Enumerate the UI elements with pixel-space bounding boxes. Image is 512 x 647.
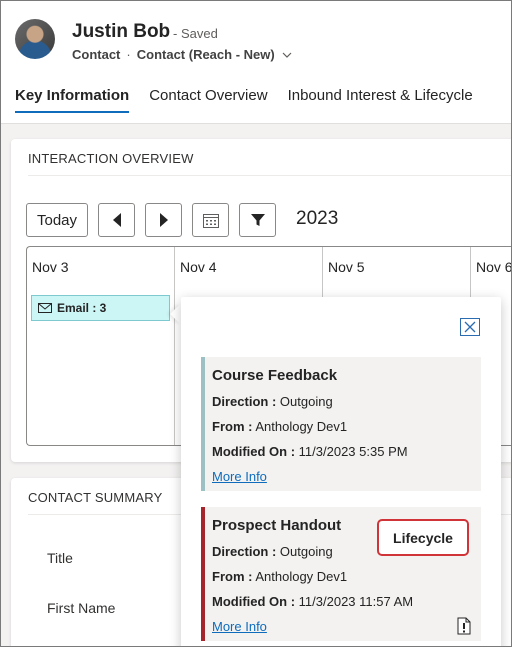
activity-popup: Course Feedback Direction : Outgoing Fro… [181,297,501,646]
section-title: CONTACT SUMMARY [28,490,163,505]
modified-label: Modified On : [212,444,296,459]
from-value: Anthology Dev1 [255,569,348,584]
close-icon [464,321,476,333]
activity-from: From : Anthology Dev1 [212,569,347,584]
record-subtitle: Contact · Contact (Reach - New) [72,47,292,62]
app-frame: Justin Bob - Saved Contact · Contact (Re… [0,0,512,647]
field-label-title: Title [47,550,73,566]
arrow-right-icon [159,213,168,227]
section-title: INTERACTION OVERVIEW [28,151,194,166]
day-label: Nov 5 [328,259,365,275]
filter-icon [250,214,265,226]
arrow-left-icon [112,213,121,227]
activity-title: Course Feedback [212,367,338,384]
lifecycle-badge: Lifecycle [377,519,469,556]
document-alert-icon[interactable] [457,617,471,635]
tab-contact-overview[interactable]: Contact Overview [149,87,267,113]
modified-value: 11/3/2023 11:57 AM [298,594,414,609]
email-count-label: Email : 3 [57,301,107,315]
mail-icon [38,303,52,313]
form-name: Contact (Reach - New) [136,47,275,62]
next-button[interactable] [145,203,182,237]
direction-label: Direction : [212,394,277,409]
more-info-link[interactable]: More Info [212,469,267,484]
entity-name: Contact [72,47,121,62]
more-info-link[interactable]: More Info [212,619,267,634]
day-label: Nov 6 [476,259,512,275]
from-label: From : [212,419,253,434]
from-value: Anthology Dev1 [255,419,348,434]
activity-from: From : Anthology Dev1 [212,419,347,434]
close-button[interactable] [460,318,480,336]
modified-label: Modified On : [212,594,296,609]
calendar-icon [202,213,219,228]
activity-title: Prospect Handout [212,517,342,534]
separator-dot: · [126,47,131,62]
calendar-button[interactable] [192,203,229,237]
direction-value: Outgoing [279,544,333,559]
modified-value: 11/3/2023 5:35 PM [298,444,408,459]
record-name: Justin Bob [72,21,171,42]
activity-modified: Modified On : 11/3/2023 11:57 AM [212,594,413,609]
year-label: 2023 [296,208,339,229]
activity-card: Course Feedback Direction : Outgoing Fro… [201,357,481,491]
day-label: Nov 4 [180,259,217,275]
chevron-down-icon [282,51,292,62]
avatar [15,19,55,59]
day-label: Nov 3 [32,259,69,275]
save-status: - Saved [173,26,218,41]
direction-label: Direction : [212,544,277,559]
activity-card: Prospect Handout Lifecycle Direction : O… [201,507,481,641]
form-selector[interactable]: Contact (Reach - New) [137,47,293,62]
tab-inbound-interest-lifecycle[interactable]: Inbound Interest & Lifecycle [288,87,473,113]
day-column-nov-3: Nov 3 Email : 3 [27,247,175,445]
direction-value: Outgoing [279,394,333,409]
previous-button[interactable] [98,203,135,237]
filter-button[interactable] [239,203,276,237]
divider [28,175,511,176]
activity-direction: Direction : Outgoing [212,544,333,559]
tab-list: Key Information Contact Overview Inbound… [15,87,493,113]
activity-direction: Direction : Outgoing [212,394,333,409]
email-chip[interactable]: Email : 3 [31,295,170,321]
activity-modified: Modified On : 11/3/2023 5:35 PM [212,444,408,459]
from-label: From : [212,569,253,584]
record-header: Justin Bob - Saved Contact · Contact (Re… [1,1,511,124]
field-label-first-name: First Name [47,600,116,616]
tab-key-information[interactable]: Key Information [15,87,130,113]
today-button[interactable]: Today [26,203,88,237]
